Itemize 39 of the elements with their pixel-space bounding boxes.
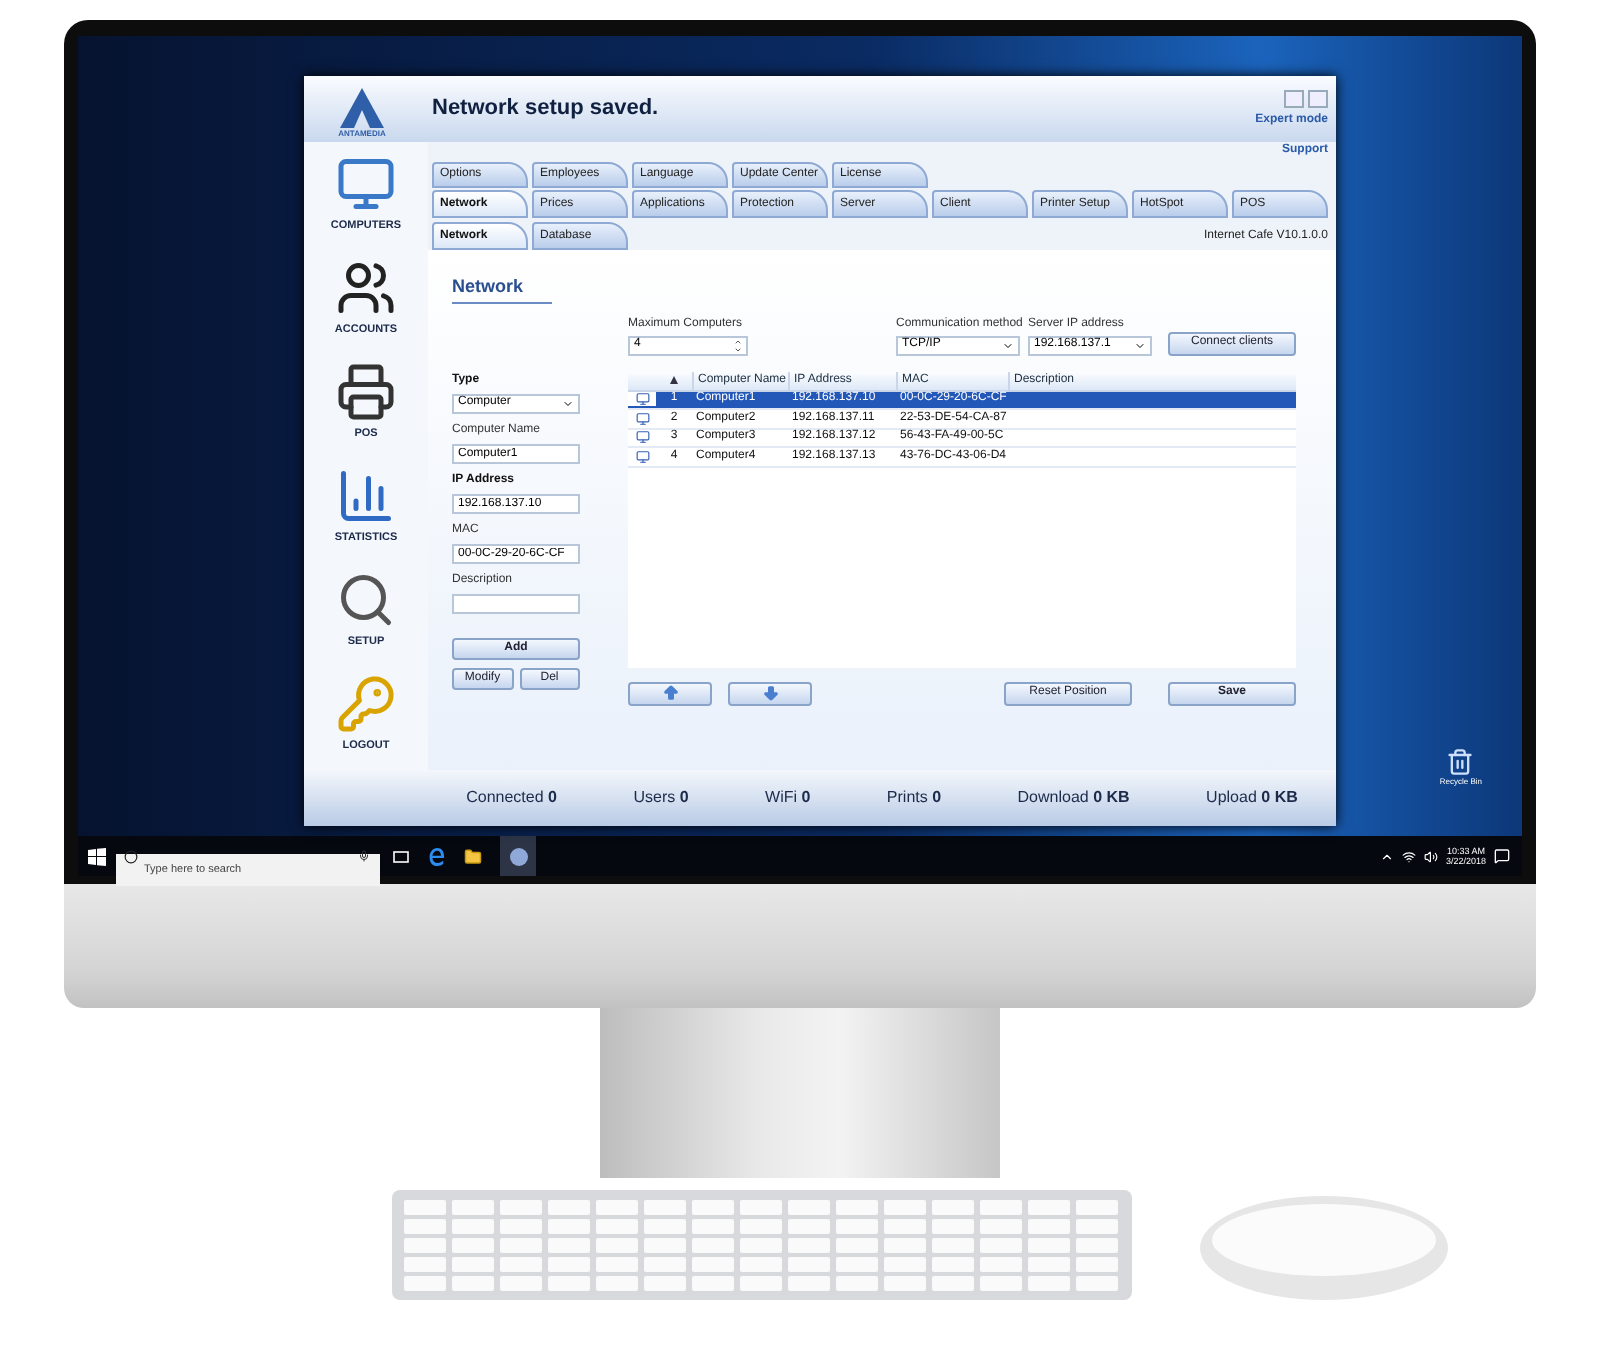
status-item: Connected 0 <box>466 786 557 810</box>
printer-icon <box>336 361 396 422</box>
people-icon <box>336 257 396 318</box>
recycle-bin-icon[interactable] <box>1446 748 1475 776</box>
window-title: Network setup saved. <box>432 94 659 125</box>
magnifier-icon <box>336 569 396 630</box>
status-item: WiFi 0 <box>765 786 811 810</box>
input-field[interactable] <box>452 593 580 613</box>
windows-logo-icon[interactable] <box>88 847 106 865</box>
status-item: Users 0 <box>633 786 689 810</box>
monitor-icon <box>635 430 649 445</box>
task-view-icon[interactable] <box>392 849 410 863</box>
move-up-button[interactable] <box>628 681 712 705</box>
monitor-icon <box>635 392 649 407</box>
bar-chart-icon <box>336 465 396 526</box>
search-icon <box>124 849 138 863</box>
status-item: Download 0 KB <box>1017 786 1130 810</box>
network-icon[interactable] <box>1401 849 1416 863</box>
caret-icon <box>1134 339 1146 351</box>
down-arrow-icon <box>761 684 779 702</box>
caret-icon <box>1002 339 1014 351</box>
folder-icon[interactable] <box>464 847 482 865</box>
monitor-icon <box>336 153 396 214</box>
logo-mark-icon <box>340 87 384 127</box>
status-item: Prints 0 <box>886 786 942 810</box>
monitor-icon <box>635 411 649 426</box>
chevron-icon[interactable] <box>1379 849 1394 863</box>
speaker-icon[interactable] <box>1423 849 1438 863</box>
microphone-icon <box>358 850 370 862</box>
app-taskbar-icon[interactable] <box>500 836 536 876</box>
status-item: Upload 0 KB <box>1206 786 1298 810</box>
section-title: Network <box>452 274 552 303</box>
notification-icon[interactable] <box>1494 848 1510 864</box>
browser-icon[interactable] <box>428 847 446 865</box>
caret-icon <box>562 397 574 409</box>
key-icon <box>336 673 396 734</box>
up-arrow-icon <box>661 684 679 702</box>
monitor-icon <box>635 449 649 464</box>
move-down-button[interactable] <box>728 681 812 705</box>
